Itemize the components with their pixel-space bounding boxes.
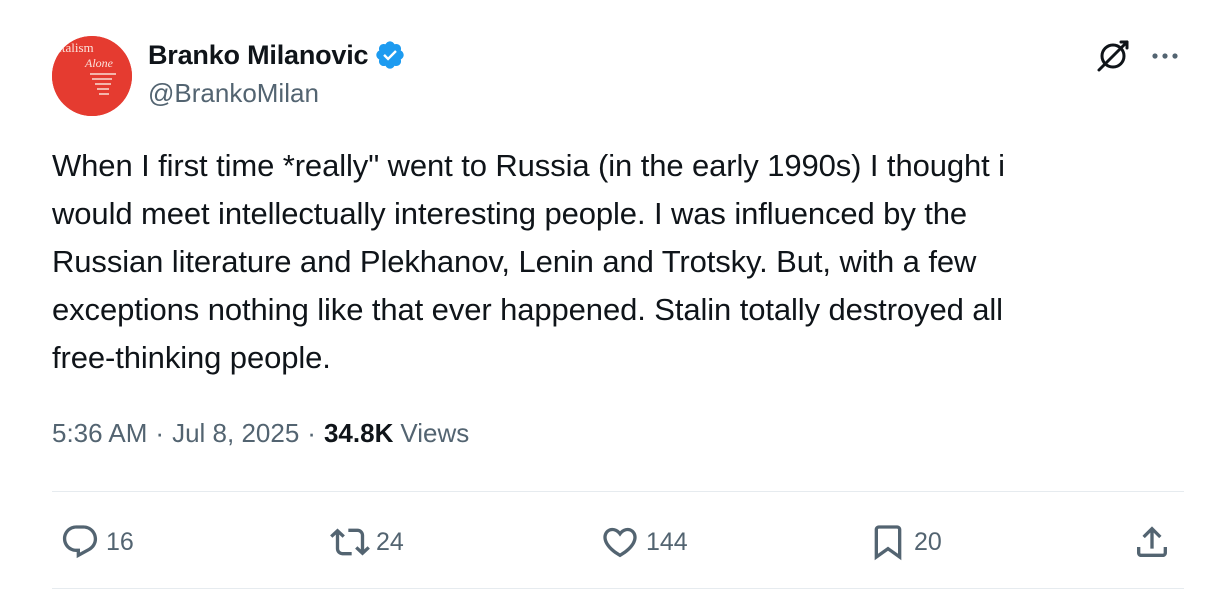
bookmark-count: 20 [914, 527, 942, 556]
avatar[interactable]: apitalism Alone nko [52, 36, 132, 116]
more-options-icon[interactable] [1147, 38, 1183, 74]
views-count: 34.8K [323, 418, 394, 448]
bookmark-button[interactable]: 20 [868, 514, 942, 570]
avatar-book-cover-image: apitalism Alone nko [52, 36, 132, 116]
tweet-text: When I first time *really" went to Russi… [52, 148, 1005, 375]
avatar-text-1: apitalism [52, 40, 94, 55]
views-label: Views [400, 418, 470, 448]
reply-count: 16 [106, 527, 134, 556]
author-name[interactable]: Branko Milanovic [148, 40, 369, 71]
meta-separator: · [155, 418, 165, 448]
tweet-date[interactable]: Jul 8, 2025 [172, 418, 299, 449]
share-icon [1137, 526, 1167, 557]
verified-badge-icon[interactable] [374, 39, 406, 71]
share-button[interactable] [1132, 514, 1172, 570]
author-handle[interactable]: @BrankoMilan [148, 78, 319, 109]
avatar-text-3: nko [54, 106, 74, 116]
meta-separator: · [307, 418, 316, 448]
author-name-row: Branko Milanovic [148, 38, 406, 72]
repost-icon [330, 528, 370, 556]
heart-icon [603, 527, 637, 558]
repost-button[interactable]: 24 [330, 514, 404, 570]
action-bar: 16 24 144 20 [52, 514, 1184, 570]
divider [52, 491, 1184, 492]
tweet-time[interactable]: 5:36 AM [52, 418, 147, 449]
like-count: 144 [646, 527, 688, 556]
reply-icon [62, 525, 98, 559]
divider [52, 588, 1184, 589]
like-button[interactable]: 144 [600, 514, 688, 570]
bookmark-icon [874, 525, 902, 561]
repost-count: 24 [376, 527, 404, 556]
grok-icon[interactable] [1093, 36, 1133, 76]
avatar-text-2: Alone [84, 56, 114, 70]
tweet-meta: 5:36 AM · Jul 8, 2025 · 34.8K Views [52, 418, 469, 449]
reply-button[interactable]: 16 [60, 514, 134, 570]
